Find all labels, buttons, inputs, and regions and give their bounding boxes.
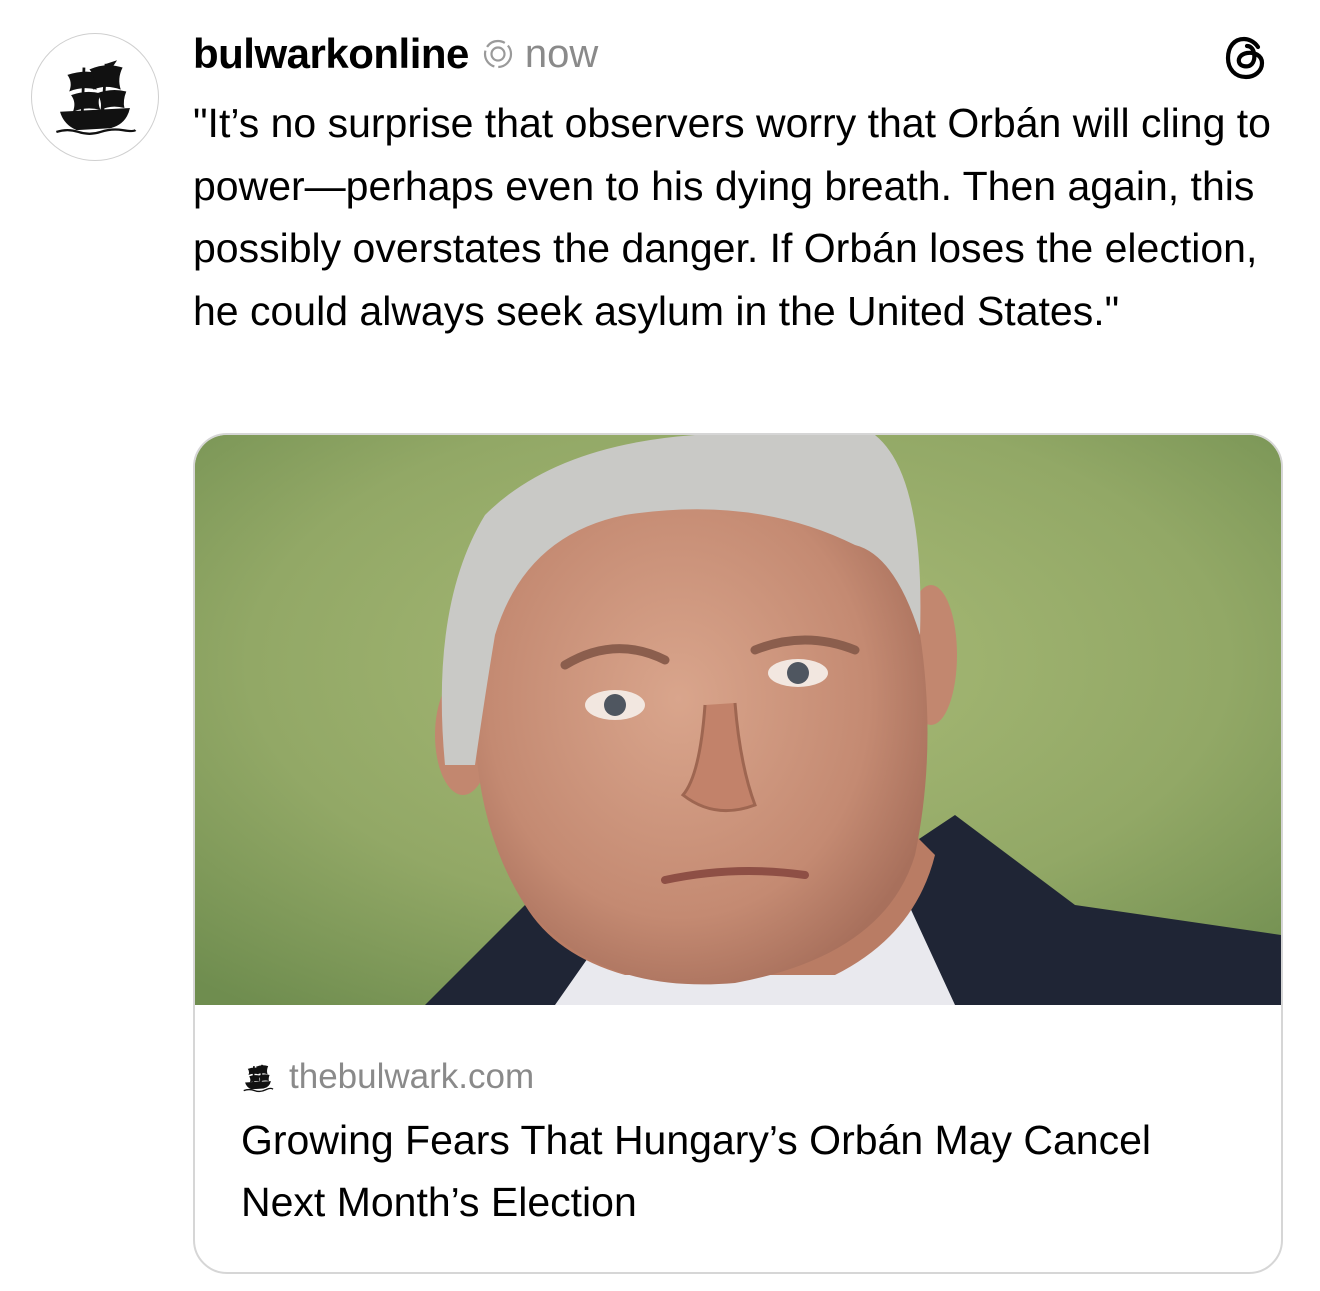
link-title[interactable]: Growing Fears That Hungary’s Orbán May C… [241, 1109, 1241, 1233]
avatar[interactable] [31, 33, 159, 161]
pirate-ship-logo-icon [55, 60, 137, 135]
link-preview-card[interactable]: thebulwark.com Growing Fears That Hungar… [193, 433, 1283, 1274]
post-timestamp: now [524, 31, 599, 76]
link-preview-image [195, 435, 1281, 1005]
link-domain: thebulwark.com [289, 1057, 535, 1096]
link-source: thebulwark.com [241, 1052, 534, 1102]
pirate-ship-favicon-icon [241, 1060, 275, 1094]
post-header: bulwarkonline now [193, 28, 598, 80]
username-link[interactable]: bulwarkonline [193, 30, 469, 78]
threads-logo-icon[interactable] [1222, 33, 1272, 83]
repost-icon [481, 37, 515, 71]
post-text: "It’s no surprise that observers worry t… [193, 100, 1271, 334]
